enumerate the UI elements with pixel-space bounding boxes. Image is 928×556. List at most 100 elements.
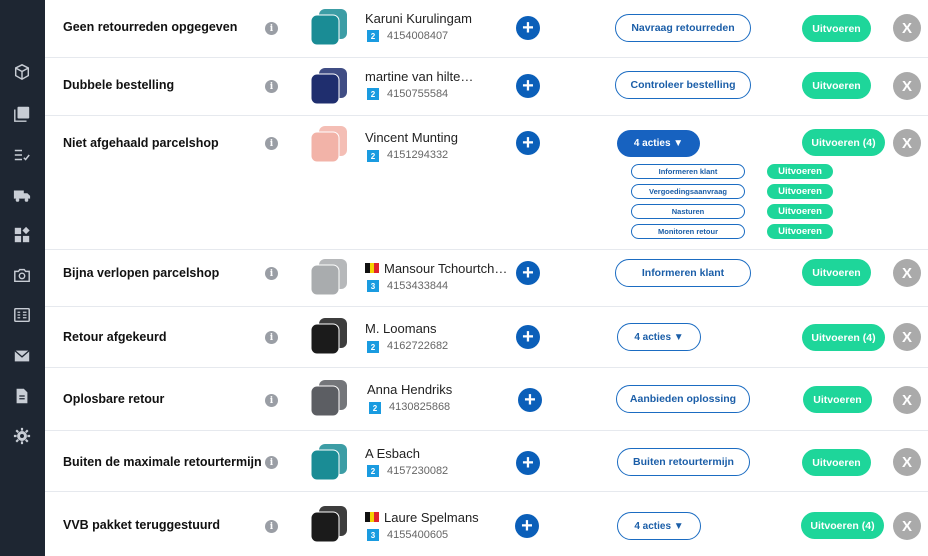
channel-badge: 3 <box>367 280 379 292</box>
row-title: Buiten de maximale retourtermijn <box>63 455 262 469</box>
table-row: Retour afgekeurd i M. Loomans 2 41627226… <box>45 307 928 368</box>
row-title: Dubbele bestelling <box>63 78 175 92</box>
customer-name[interactable]: M. Loomans <box>365 321 437 336</box>
sub-run-button[interactable]: Uitvoeren <box>767 224 833 239</box>
add-button[interactable]: + <box>516 74 540 98</box>
add-button[interactable]: + <box>516 261 540 285</box>
sub-action-button[interactable]: Monitoren retour <box>631 224 745 239</box>
pdf-icon[interactable] <box>13 105 31 123</box>
box-icon[interactable] <box>13 63 31 81</box>
sub-run-button[interactable]: Uitvoeren <box>767 204 833 219</box>
action-button[interactable]: Buiten retourtermijn <box>617 448 750 476</box>
channel-badge: 3 <box>367 529 379 541</box>
action-button[interactable]: Informeren klant <box>615 259 751 287</box>
run-button[interactable]: Uitvoeren <box>803 386 872 413</box>
close-button[interactable]: X <box>893 386 921 414</box>
close-button[interactable]: X <box>893 323 921 351</box>
sub-run-button[interactable]: Uitvoeren <box>767 164 833 179</box>
info-icon[interactable]: i <box>265 331 278 344</box>
customer-name[interactable]: Karuni Kurulingam <box>365 11 472 26</box>
product-thumbnail <box>307 255 351 299</box>
info-icon[interactable]: i <box>265 137 278 150</box>
close-button[interactable]: X <box>893 259 921 287</box>
close-button[interactable]: X <box>893 129 921 157</box>
order-number: 4153433844 <box>387 280 449 292</box>
add-button[interactable]: + <box>516 131 540 155</box>
mail-icon[interactable] <box>13 347 31 365</box>
table-row: Oplosbare retour i Anna Hendriks 2 41308… <box>45 368 928 431</box>
belgium-flag-icon <box>365 263 379 273</box>
action-button[interactable]: Navraag retourreden <box>615 14 751 42</box>
info-icon[interactable]: i <box>265 22 278 35</box>
customer-name[interactable]: martine van hilte… <box>365 69 473 84</box>
channel-badge: 2 <box>367 88 379 100</box>
table-row: Buiten de maximale retourtermijn i A Esb… <box>45 431 928 492</box>
run-all-button[interactable]: Uitvoeren (4) <box>802 129 885 156</box>
run-all-button[interactable]: Uitvoeren (4) <box>802 324 885 351</box>
row-title: Oplosbare retour <box>63 392 165 406</box>
order-number: 4154008407 <box>387 30 449 42</box>
sub-action-button[interactable]: Nasturen <box>631 204 745 219</box>
sub-action-button[interactable]: Informeren klant <box>631 164 745 179</box>
run-button[interactable]: Uitvoeren <box>802 449 871 476</box>
action-button[interactable]: Aanbieden oplossing <box>616 385 750 413</box>
close-button[interactable]: X <box>893 448 921 476</box>
add-button[interactable]: + <box>515 514 539 538</box>
customer-name[interactable]: Anna Hendriks <box>367 382 452 397</box>
product-thumbnail <box>307 5 351 49</box>
close-button[interactable]: X <box>893 72 921 100</box>
action-button[interactable]: Controleer bestelling <box>615 71 751 99</box>
truck-icon[interactable] <box>13 186 31 204</box>
channel-badge: 2 <box>367 465 379 477</box>
sidebar <box>0 0 45 556</box>
table-row: Geen retourreden opgegeven i Karuni Kuru… <box>45 0 928 58</box>
close-button[interactable]: X <box>893 512 921 540</box>
row-title: Niet afgehaald parcelshop <box>63 136 219 150</box>
widgets-icon[interactable] <box>13 226 31 244</box>
actions-dropdown[interactable]: 4 acties ▼ <box>617 323 701 351</box>
run-button[interactable]: Uitvoeren <box>802 15 871 42</box>
table-row: VVB pakket teruggestuurd i Laure Spelman… <box>45 492 928 556</box>
table-row: Niet afgehaald parcelshop i Vincent Munt… <box>45 116 928 250</box>
camera-icon[interactable] <box>13 266 31 284</box>
row-title: VVB pakket teruggestuurd <box>63 518 220 532</box>
order-number: 4150755584 <box>387 88 449 100</box>
customer-name-text: Mansour Tchourtch… <box>384 261 508 276</box>
pillow-image <box>310 318 347 355</box>
add-button[interactable]: + <box>516 16 540 40</box>
info-icon[interactable]: i <box>265 456 278 469</box>
run-all-button[interactable]: Uitvoeren (4) <box>801 512 884 539</box>
add-button[interactable]: + <box>516 451 540 475</box>
actions-dropdown[interactable]: 4 acties ▼ <box>617 130 700 157</box>
add-button[interactable]: + <box>518 388 542 412</box>
sub-action-button[interactable]: Vergoedingsaanvraag <box>631 184 745 199</box>
info-icon[interactable]: i <box>265 394 278 407</box>
customer-name[interactable]: Laure Spelmans <box>365 510 479 525</box>
document-icon[interactable] <box>13 387 31 405</box>
run-button[interactable]: Uitvoeren <box>802 259 871 286</box>
run-button[interactable]: Uitvoeren <box>802 72 871 99</box>
invoice-icon[interactable] <box>13 306 31 324</box>
pillow-image <box>310 68 347 105</box>
info-icon[interactable]: i <box>265 267 278 280</box>
info-icon[interactable]: i <box>265 520 278 533</box>
product-thumbnail <box>307 376 351 420</box>
settings-icon[interactable] <box>13 427 31 445</box>
close-button[interactable]: X <box>893 14 921 42</box>
customer-name-text: Laure Spelmans <box>384 510 479 525</box>
list-check-icon[interactable] <box>13 146 31 164</box>
channel-badge: 2 <box>369 402 381 414</box>
add-button[interactable]: + <box>516 325 540 349</box>
actions-dropdown[interactable]: 4 acties ▼ <box>617 512 701 540</box>
info-icon[interactable]: i <box>265 80 278 93</box>
product-thumbnail <box>307 122 351 166</box>
customer-name[interactable]: Vincent Munting <box>365 130 458 145</box>
row-title: Retour afgekeurd <box>63 330 167 344</box>
sub-run-button[interactable]: Uitvoeren <box>767 184 833 199</box>
pillow-image <box>310 444 347 481</box>
customer-name[interactable]: A Esbach <box>365 446 420 461</box>
customer-name[interactable]: Mansour Tchourtch… <box>365 261 507 276</box>
order-number: 4157230082 <box>387 465 449 477</box>
belgium-flag-icon <box>365 512 379 522</box>
product-thumbnail <box>307 64 351 108</box>
